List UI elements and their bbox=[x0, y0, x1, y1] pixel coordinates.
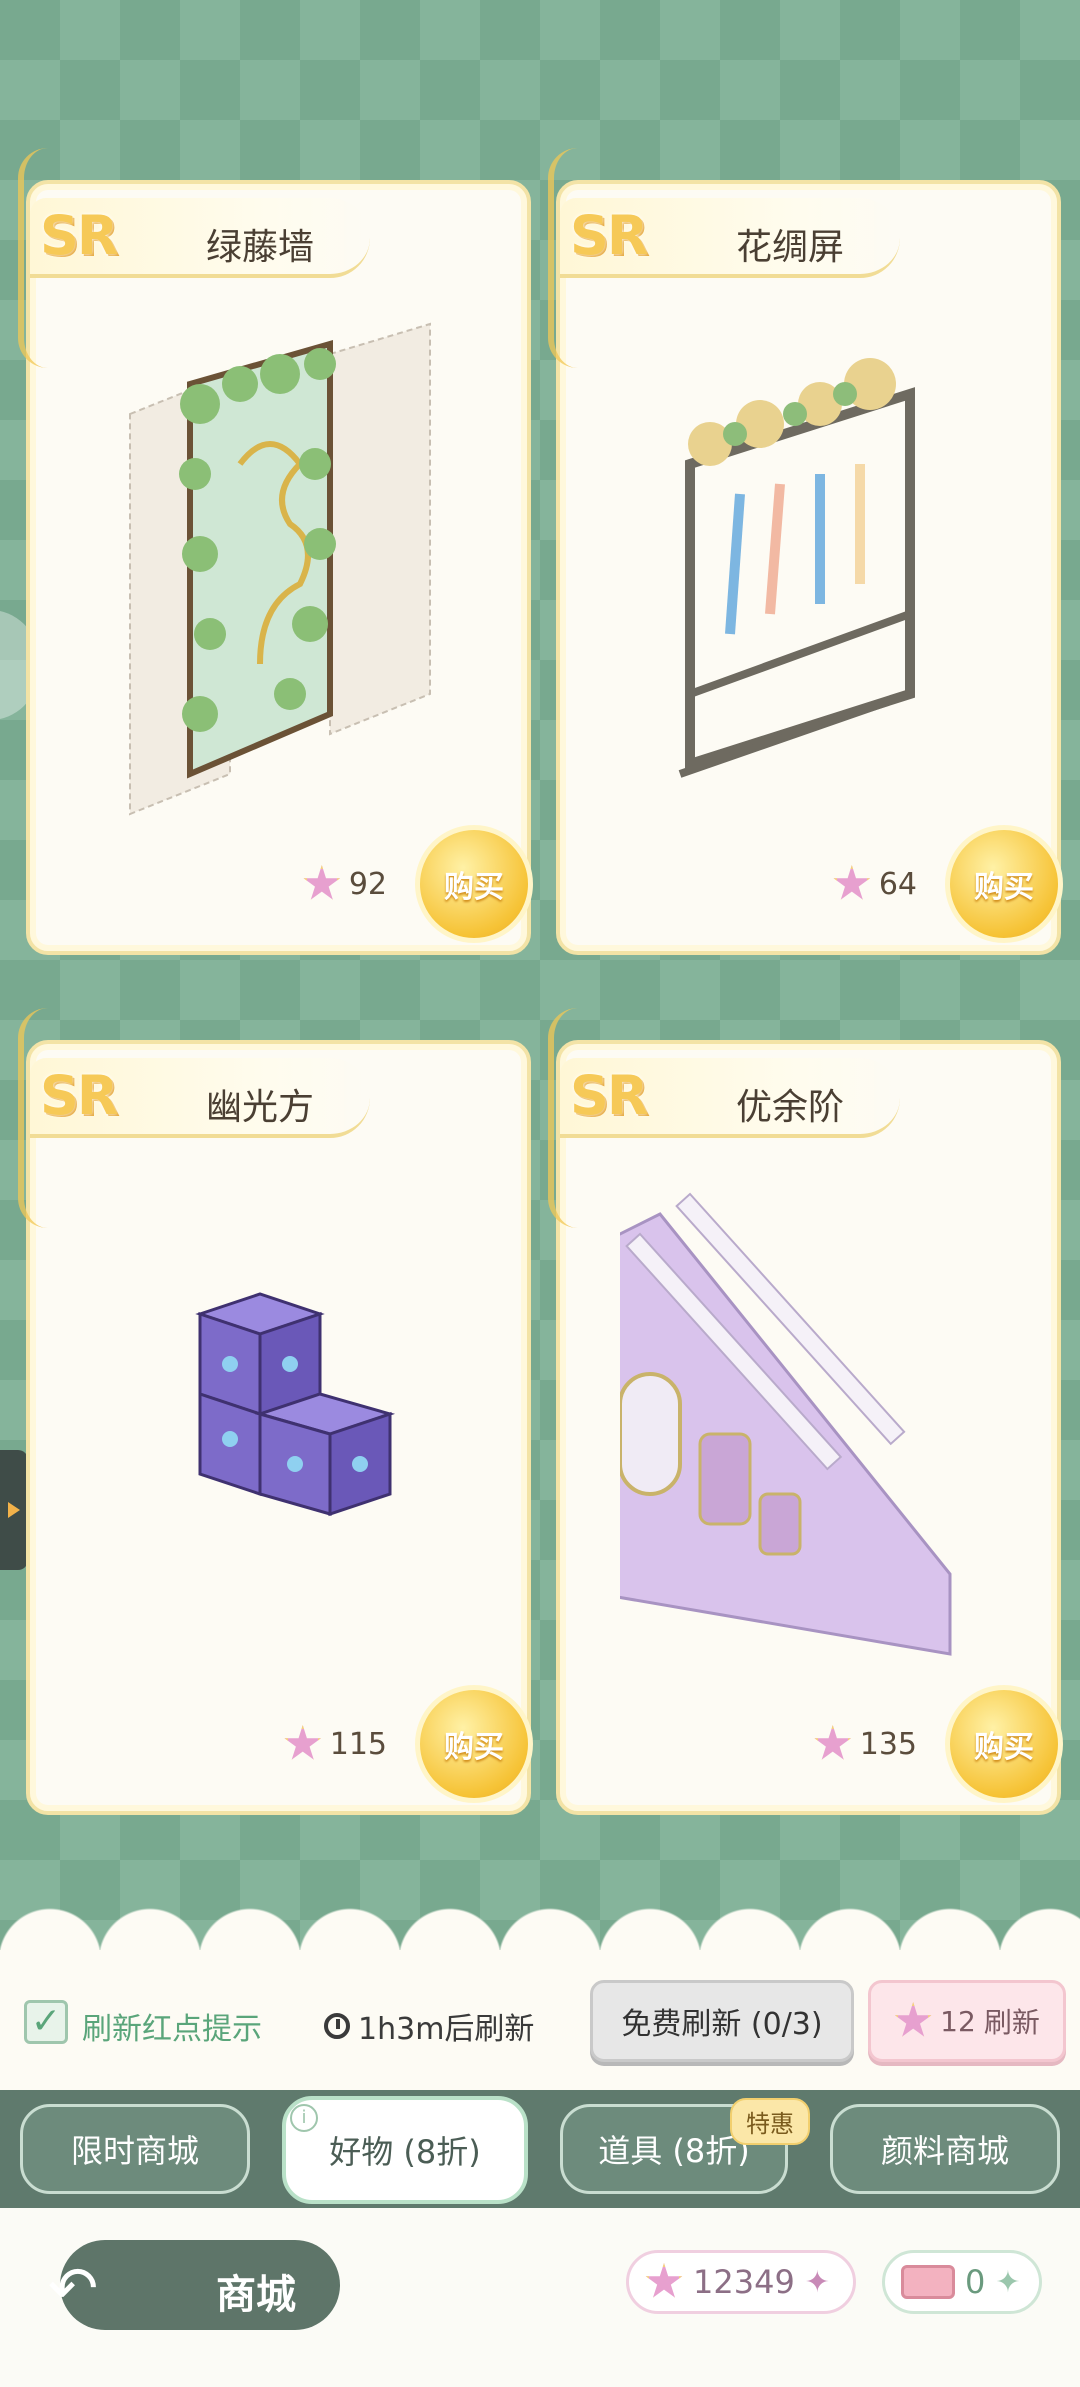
star-currency-display[interactable]: 12349 ✦ bbox=[626, 2250, 856, 2314]
price-tag: 135 bbox=[814, 1725, 917, 1763]
price-value: 92 bbox=[348, 866, 387, 902]
star-currency-amount: 12349 bbox=[693, 2263, 795, 2301]
star-currency-icon bbox=[303, 865, 341, 900]
add-star-icon[interactable]: ✦ bbox=[805, 2265, 830, 2300]
rarity-badge: SR bbox=[570, 204, 648, 267]
ticket-currency-amount: 0 bbox=[965, 2263, 986, 2301]
item-name: 花绸屏 bbox=[735, 227, 844, 268]
shop-card-glow-cube[interactable]: SR 幽光方 115 购买 bbox=[18, 1008, 533, 1815]
price-tag: 115 bbox=[284, 1725, 387, 1763]
clock-icon bbox=[324, 2013, 350, 2039]
add-ticket-icon[interactable]: ✦ bbox=[995, 2265, 1020, 2300]
item-name: 优余阶 bbox=[735, 1087, 844, 1128]
red-dot-checkbox-label: 刷新红点提示 bbox=[82, 2012, 262, 2047]
back-arrow-icon[interactable]: ↶ bbox=[48, 2254, 98, 2324]
tab-paint-shop[interactable]: 颜料商城 bbox=[830, 2104, 1060, 2194]
buy-button[interactable]: 购买 bbox=[415, 1685, 533, 1803]
price-tag: 92 bbox=[303, 865, 387, 903]
star-currency-icon bbox=[833, 865, 871, 900]
price-value: 115 bbox=[329, 1726, 387, 1762]
free-refresh-button[interactable]: 免费刷新 (0/3) bbox=[590, 1980, 854, 2062]
special-offer-badge: 特惠 bbox=[730, 2098, 810, 2145]
shop-card-green-vine-wall[interactable]: SR 绿藤墙 92 购买 bbox=[18, 148, 533, 955]
staircase-image bbox=[620, 1192, 952, 1656]
scalloped-divider bbox=[0, 1840, 1080, 1960]
buy-button[interactable]: 购买 bbox=[415, 825, 533, 943]
price-value: 64 bbox=[878, 866, 917, 902]
star-currency-icon bbox=[645, 2263, 683, 2298]
side-drawer-arrow[interactable] bbox=[0, 1450, 28, 1570]
ticket-icon bbox=[901, 2265, 955, 2299]
glow-cube-image bbox=[195, 1292, 396, 1517]
back-pill[interactable] bbox=[60, 2240, 340, 2330]
refresh-timer: 1h3m后刷新 bbox=[324, 2004, 534, 2048]
rarity-badge: SR bbox=[40, 1064, 118, 1127]
rarity-badge: SR bbox=[40, 204, 118, 267]
star-currency-icon bbox=[814, 1725, 851, 1760]
paid-refresh-button[interactable]: 12 刷新 bbox=[868, 1980, 1066, 2062]
price-value: 135 bbox=[859, 1726, 917, 1762]
refresh-timer-text: 1h3m后刷新 bbox=[358, 2012, 535, 2047]
vine-wall-image bbox=[129, 322, 431, 816]
buy-button[interactable]: 购买 bbox=[945, 1685, 1063, 1803]
item-name: 绿藤墙 bbox=[205, 227, 314, 268]
rarity-badge: SR bbox=[570, 1064, 648, 1127]
star-currency-icon bbox=[894, 2002, 932, 2037]
paid-refresh-label: 刷新 bbox=[983, 2006, 1040, 2039]
tab-goods[interactable]: 好物 (8折) bbox=[282, 2096, 528, 2204]
red-dot-checkbox[interactable]: ✓ bbox=[24, 2000, 68, 2044]
flower-screen-image bbox=[678, 358, 915, 778]
buy-button[interactable]: 购买 bbox=[945, 825, 1063, 943]
info-icon[interactable]: i bbox=[290, 2104, 318, 2132]
shop-card-staircase[interactable]: SR 优余阶 135 购买 bbox=[548, 1008, 1063, 1815]
tab-limited-shop[interactable]: 限时商城 bbox=[20, 2104, 250, 2194]
paid-refresh-cost: 12 bbox=[940, 2004, 976, 2038]
page-title: 商城 bbox=[216, 2272, 296, 2318]
price-tag: 64 bbox=[833, 865, 917, 903]
star-currency-icon bbox=[284, 1725, 321, 1760]
item-name: 幽光方 bbox=[205, 1087, 314, 1128]
shop-card-flower-silk-screen[interactable]: SR 花绸屏 64 购买 bbox=[548, 148, 1063, 955]
ticket-currency-display[interactable]: 0 ✦ bbox=[882, 2250, 1042, 2314]
